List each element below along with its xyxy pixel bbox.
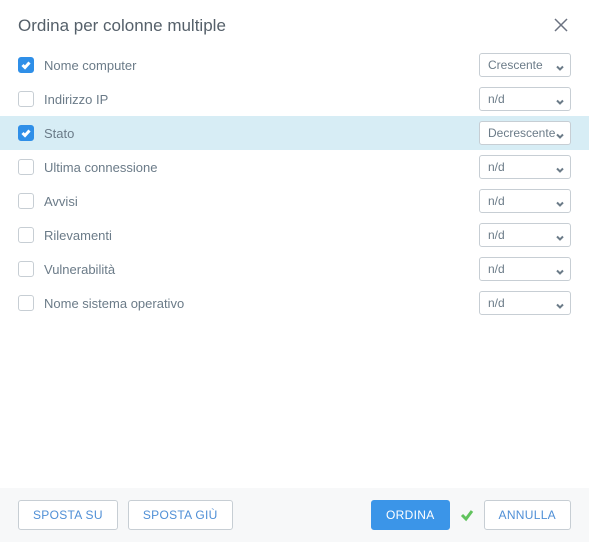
chevron-down-icon [556, 129, 564, 137]
sort-direction-select[interactable]: Decrescente [479, 121, 571, 145]
cancel-button[interactable]: ANNULLA [484, 500, 571, 530]
dialog-title: Ordina per colonne multiple [18, 16, 226, 36]
select-value: n/d [488, 92, 505, 106]
select-value: Crescente [488, 58, 543, 72]
sort-direction-select[interactable]: n/d [479, 257, 571, 281]
sort-direction-select[interactable]: n/d [479, 87, 571, 111]
column-row[interactable]: Ultima connessione n/d [0, 150, 589, 184]
chevron-down-icon [556, 265, 564, 273]
chevron-down-icon [556, 61, 564, 69]
column-checkbox[interactable] [18, 91, 34, 107]
column-label: Indirizzo IP [44, 92, 469, 107]
chevron-down-icon [556, 231, 564, 239]
select-value: n/d [488, 228, 505, 242]
column-row[interactable]: Avvisi n/d [0, 184, 589, 218]
column-row[interactable]: Nome computer Crescente [0, 48, 589, 82]
column-label: Vulnerabilità [44, 262, 469, 277]
column-label: Stato [44, 126, 469, 141]
sort-direction-select[interactable]: n/d [479, 155, 571, 179]
chevron-down-icon [556, 197, 564, 205]
chevron-down-icon [556, 299, 564, 307]
column-checkbox[interactable] [18, 227, 34, 243]
move-down-button[interactable]: SPOSTA GIÙ [128, 500, 233, 530]
column-checkbox[interactable] [18, 193, 34, 209]
close-button[interactable] [551, 16, 571, 36]
column-checkbox[interactable] [18, 159, 34, 175]
column-label: Ultima connessione [44, 160, 469, 175]
chevron-down-icon [556, 163, 564, 171]
move-up-button[interactable]: SPOSTA SU [18, 500, 118, 530]
column-row[interactable]: Nome sistema operativo n/d [0, 286, 589, 320]
column-row[interactable]: Rilevamenti n/d [0, 218, 589, 252]
select-value: n/d [488, 194, 505, 208]
sort-direction-select[interactable]: n/d [479, 189, 571, 213]
sort-direction-select[interactable]: n/d [479, 291, 571, 315]
column-row[interactable]: Stato Decrescente [0, 116, 589, 150]
column-checkbox[interactable] [18, 295, 34, 311]
column-label: Nome sistema operativo [44, 296, 469, 311]
column-checkbox[interactable] [18, 125, 34, 141]
column-row[interactable]: Indirizzo IP n/d [0, 82, 589, 116]
sort-button[interactable]: ORDINA [371, 500, 449, 530]
success-check-icon [460, 508, 474, 522]
sort-columns-dialog: Ordina per colonne multiple Nome compute… [0, 0, 589, 542]
dialog-footer: SPOSTA SU SPOSTA GIÙ ORDINA ANNULLA [0, 488, 589, 542]
column-label: Avvisi [44, 194, 469, 209]
select-value: n/d [488, 160, 505, 174]
column-label: Nome computer [44, 58, 469, 73]
dialog-header: Ordina per colonne multiple [0, 0, 589, 44]
close-icon [554, 18, 568, 35]
select-value: Decrescente [488, 126, 555, 140]
column-checkbox[interactable] [18, 261, 34, 277]
select-value: n/d [488, 262, 505, 276]
sort-direction-select[interactable]: Crescente [479, 53, 571, 77]
column-checkbox[interactable] [18, 57, 34, 73]
chevron-down-icon [556, 95, 564, 103]
sort-direction-select[interactable]: n/d [479, 223, 571, 247]
column-row[interactable]: Vulnerabilità n/d [0, 252, 589, 286]
select-value: n/d [488, 296, 505, 310]
columns-list: Nome computer Crescente Indirizzo IP n/d Sta… [0, 44, 589, 488]
column-label: Rilevamenti [44, 228, 469, 243]
